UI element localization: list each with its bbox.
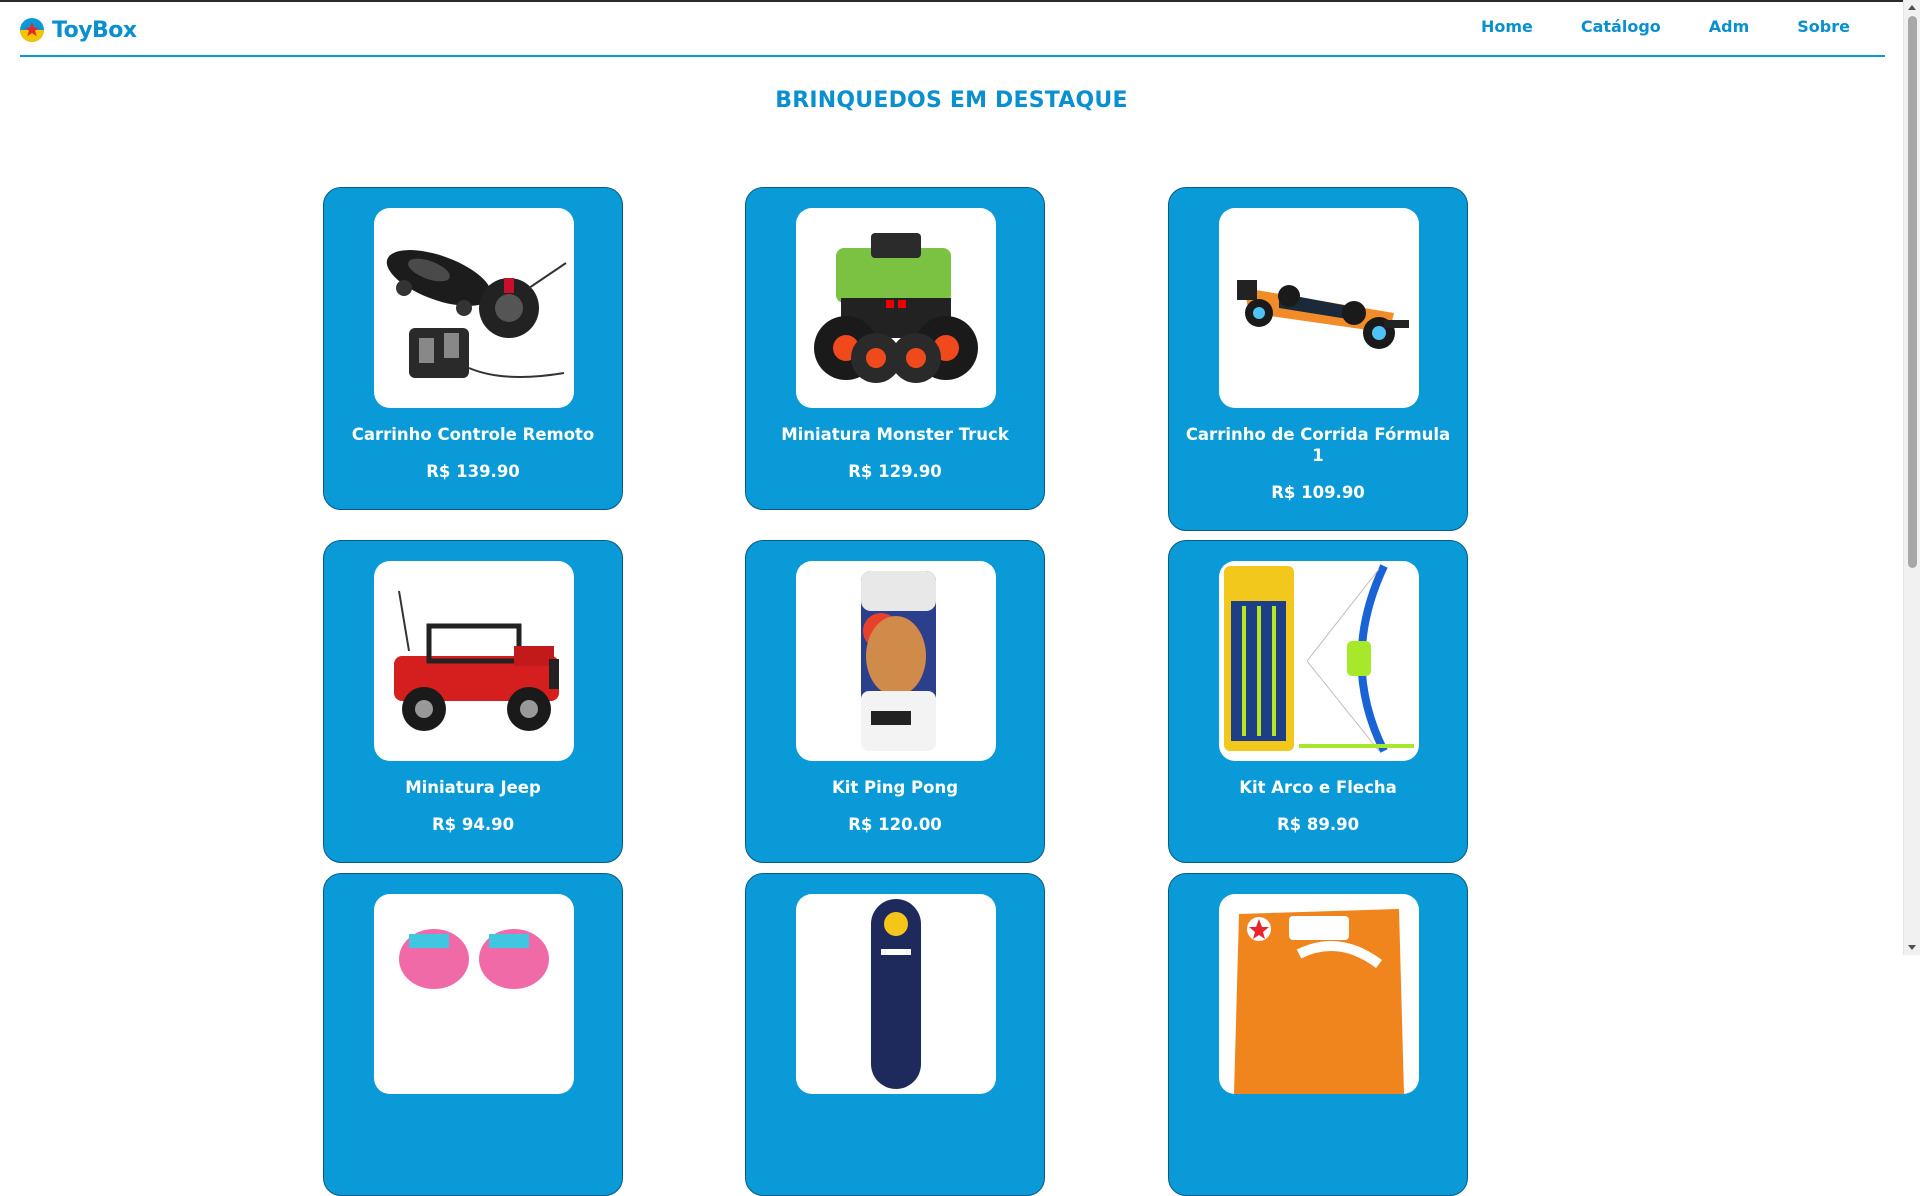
product-name: Miniatura Jeep (405, 778, 541, 797)
skateboard-image (796, 894, 996, 1094)
product-price: R$ 129.90 (848, 462, 942, 481)
ping-pong-kit-image (796, 561, 996, 761)
product-name: Kit Arco e Flecha (1239, 778, 1397, 797)
product-card[interactable]: Carrinho de Corrida Fórmula 1 R$ 109.90 (1168, 187, 1468, 531)
product-name: Kit Ping Pong (831, 778, 959, 797)
rc-car-image (374, 208, 574, 408)
bow-and-arrow-image (1219, 561, 1419, 761)
product-card[interactable] (745, 873, 1045, 1196)
product-price: R$ 89.90 (1276, 815, 1360, 834)
board-game-box-image (1219, 894, 1419, 1094)
product-price: R$ 94.90 (431, 815, 515, 834)
roller-skates-image (374, 894, 574, 1094)
product-price: R$ 109.90 (1271, 483, 1365, 502)
nav-adm[interactable]: Adm (1709, 17, 1750, 36)
vertical-scrollbar[interactable] (1903, 0, 1920, 955)
product-price: R$ 120.00 (848, 815, 942, 834)
brand-name: ToyBox (52, 17, 137, 43)
product-name: Carrinho Controle Remoto (351, 425, 595, 444)
product-card[interactable] (1168, 873, 1468, 1196)
product-card[interactable]: Kit Arco e Flecha R$ 89.90 (1168, 540, 1468, 863)
product-card[interactable]: Miniatura Monster Truck R$ 129.90 (745, 187, 1045, 510)
monster-truck-image (796, 208, 996, 408)
nav-home[interactable]: Home (1481, 17, 1533, 36)
product-card[interactable]: Miniatura Jeep R$ 94.90 (323, 540, 623, 863)
page-title: BRINQUEDOS EM DESTAQUE (775, 88, 1128, 113)
formula-1-car-image (1219, 208, 1419, 408)
jeep-image (374, 561, 574, 761)
nav-sobre[interactable]: Sobre (1797, 17, 1850, 36)
scroll-up-arrow-icon[interactable] (1908, 5, 1916, 10)
brand-link[interactable]: ToyBox (20, 16, 137, 44)
star-ball-icon (20, 18, 44, 42)
product-card[interactable] (323, 873, 623, 1196)
navbar: ToyBox Home Catálogo Adm Sobre (20, 2, 1885, 57)
page: ToyBox Home Catálogo Adm Sobre BRINQUEDO… (0, 0, 1903, 1196)
product-name: Miniatura Monster Truck (781, 425, 1009, 444)
main-nav: Home Catálogo Adm Sobre (1481, 17, 1850, 36)
product-name: Carrinho de Corrida Fórmula 1 (1185, 425, 1451, 465)
product-card[interactable]: Carrinho Controle Remoto R$ 139.90 (323, 187, 623, 510)
scrollbar-thumb[interactable] (1908, 16, 1917, 568)
product-card[interactable]: Kit Ping Pong R$ 120.00 (745, 540, 1045, 863)
product-price: R$ 139.90 (426, 462, 520, 481)
scroll-down-arrow-icon[interactable] (1908, 945, 1916, 950)
nav-catalogo[interactable]: Catálogo (1581, 17, 1661, 36)
